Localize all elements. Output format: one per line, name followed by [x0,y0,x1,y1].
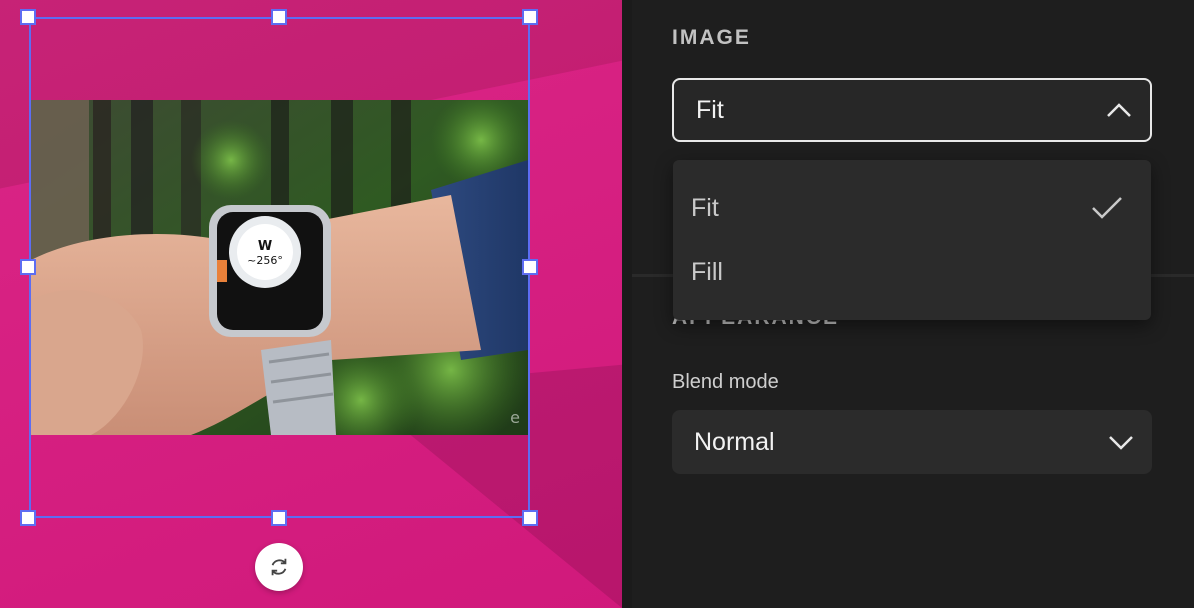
design-canvas[interactable]: W ~256° e [0,0,622,608]
checkmark-icon [1092,197,1122,219]
chevron-down-icon [1109,436,1133,450]
panel-divider [622,0,632,608]
resize-handle-middle-right[interactable] [522,259,538,275]
resize-handle-bottom-left[interactable] [20,510,36,526]
image-section-title: IMAGE [672,26,751,49]
image-fit-value: Fit [696,95,724,124]
menu-item-fill[interactable]: Fill [673,240,1151,304]
resize-handle-bottom-right[interactable] [522,510,538,526]
image-fit-select[interactable]: Fit [672,78,1152,142]
menu-item-label: Fill [691,257,723,286]
blend-mode-select[interactable]: Normal [672,410,1152,474]
chevron-up-icon [1107,103,1131,117]
refresh-icon [271,558,287,576]
blend-mode-label: Blend mode [672,371,779,393]
resize-handle-top-right[interactable] [522,9,538,25]
menu-item-fit[interactable]: Fit [673,176,1151,240]
resize-handle-middle-left[interactable] [20,259,36,275]
resize-handle-bottom-center[interactable] [271,510,287,526]
menu-item-label: Fit [691,193,719,222]
image-fit-dropdown-menu: Fit Fill [673,160,1151,320]
selection-box[interactable] [29,17,530,518]
blend-mode-value: Normal [694,427,775,456]
resize-handle-top-center[interactable] [271,9,287,25]
replace-image-button[interactable] [255,543,303,591]
resize-handle-top-left[interactable] [20,9,36,25]
